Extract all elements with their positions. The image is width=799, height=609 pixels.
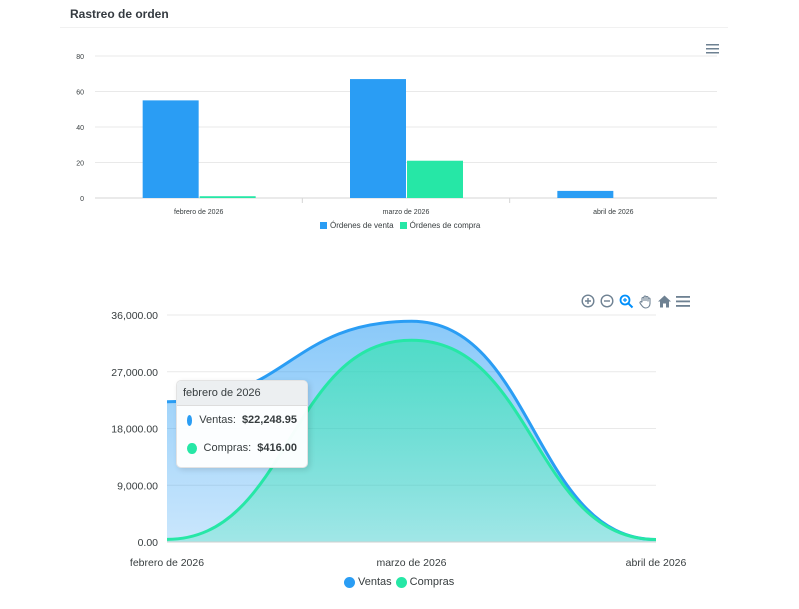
tooltip-label: Ventas: [199,414,236,426]
legend-item-compras[interactable]: Compras [395,576,455,588]
y-tick-label: 18,000.00 [111,424,158,436]
area-chart-legend: Ventas Compras [344,576,458,588]
hand-pan-icon[interactable] [637,293,653,309]
legend-swatch [344,576,355,588]
y-tick-label: 27,000.00 [111,367,158,379]
home-icon[interactable] [656,293,672,309]
zoom-out-icon[interactable] [599,293,615,309]
y-tick-label: 0.00 [138,537,159,549]
legend-label: Compras [409,576,455,588]
zoom-in-icon[interactable] [580,293,596,309]
y-tick-label: 36,000.00 [111,310,158,322]
magnifier-icon[interactable] [618,293,634,309]
tooltip-title: febrero de 2026 [177,381,307,406]
legend-swatch [395,576,407,588]
x-tick-label: marzo de 2026 [376,557,446,569]
tooltip-value: $416.00 [257,442,297,454]
chart-tooltip: febrero de 2026 Ventas: $22,248.95 Compr… [176,380,308,468]
tooltip-row-ventas: Ventas: $22,248.95 [177,406,307,434]
legend-label: Ventas [358,576,392,588]
tooltip-row-compras: Compras: $416.00 [177,434,307,462]
x-tick-label: abril de 2026 [626,557,687,569]
hamburger-menu-icon[interactable] [675,293,691,309]
tooltip-marker [187,414,193,426]
chart-toolbar [580,293,691,309]
tooltip-marker [187,442,197,454]
tooltip-label: Compras: [203,442,252,454]
y-tick-label: 9,000.00 [117,480,158,492]
tooltip-value: $22,248.95 [241,414,297,426]
x-tick-label: febrero de 2026 [130,557,204,569]
legend-item-ventas[interactable]: Ventas [344,576,392,588]
